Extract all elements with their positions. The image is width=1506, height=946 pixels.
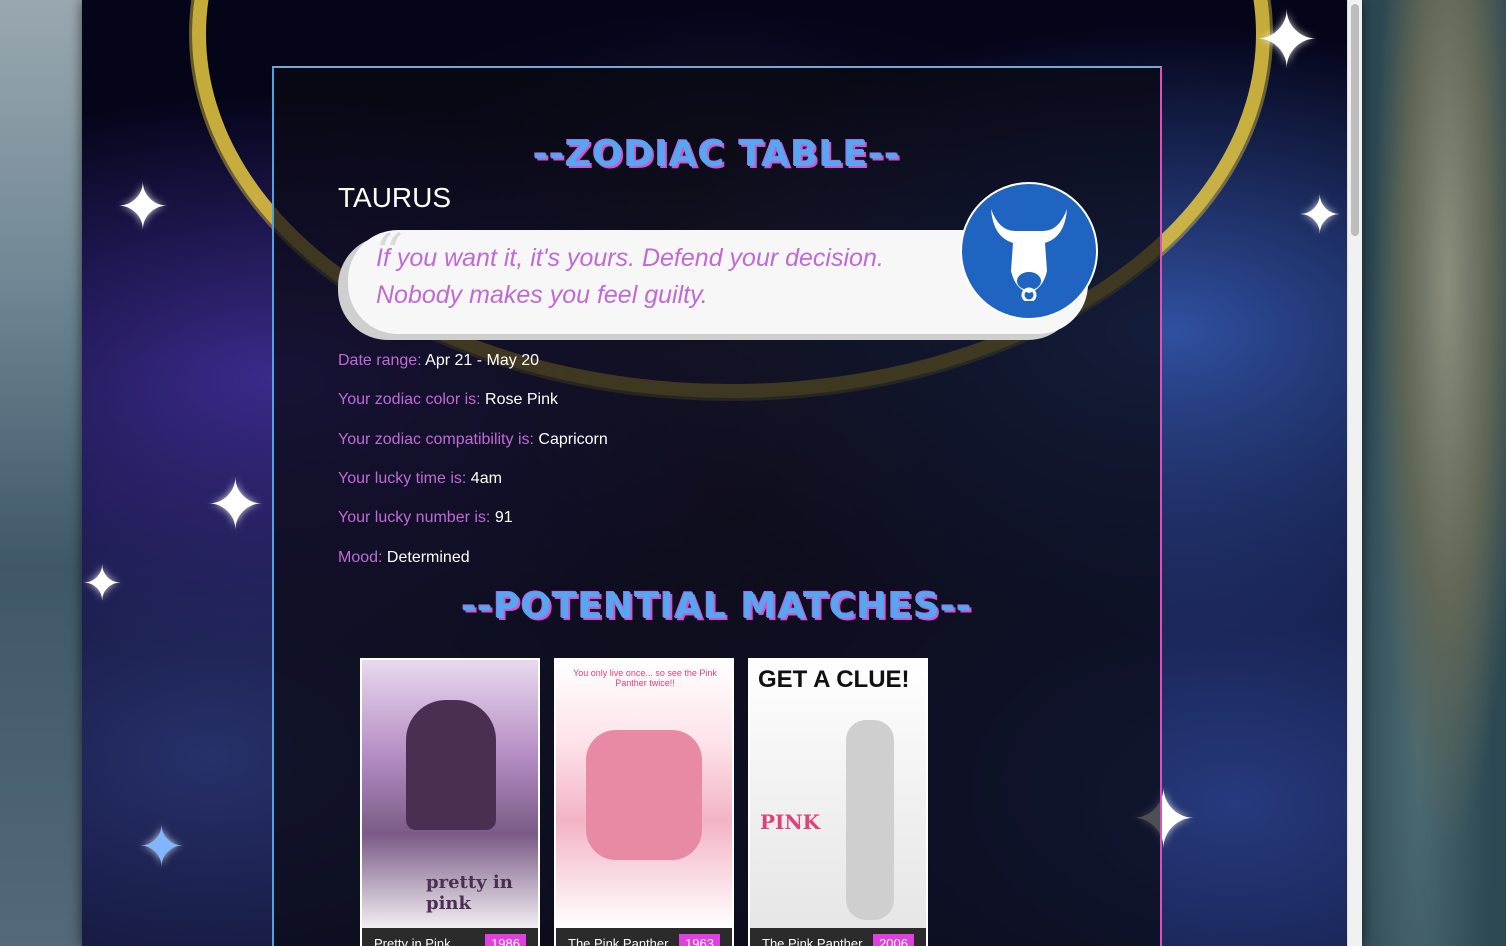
movie-poster: GET A CLUE! PINK — [750, 660, 926, 928]
sparkle-icon: ✦ — [1254, 0, 1320, 86]
poster-figures — [846, 720, 894, 920]
poster-figures — [586, 730, 702, 860]
detail-lucky-number: Your lucky number is: 91 — [338, 509, 513, 526]
poster-caption: You only live once... so see the Pink Pa… — [573, 668, 717, 688]
detail-zodiac-color: Your zodiac color is: Rose Pink — [338, 391, 558, 408]
poster-caption: pretty in pink — [426, 872, 513, 914]
movie-year-badge: 1986 — [485, 934, 526, 946]
scrollbar-thumb[interactable] — [1351, 4, 1359, 236]
detail-mood: Mood: Determined — [338, 549, 470, 566]
sparkle-icon: ✦ — [138, 815, 185, 880]
browser-window: ✦ ✦ ✦ ✦ ✦ ✦ ✦ --ZODIAC TABLE-- TAURUS “ … — [82, 0, 1362, 946]
sparkle-icon: ✦ — [1298, 186, 1342, 246]
movie-card[interactable]: pretty in pink Pretty in Pink 1986 — [360, 658, 540, 946]
detail-lucky-time: Your lucky time is: 4am — [338, 470, 502, 487]
movie-poster: You only live once... so see the Pink Pa… — [556, 660, 732, 928]
sign-name: TAURUS — [338, 182, 452, 213]
movie-card[interactable]: GET A CLUE! PINK The Pink Panther 2006 — [748, 658, 928, 946]
bull-icon — [960, 182, 1098, 320]
movie-card[interactable]: You only live once... so see the Pink Pa… — [554, 658, 734, 946]
movie-title: The Pink Panther — [568, 936, 669, 946]
movie-poster: pretty in pink — [362, 660, 538, 928]
page-title: --ZODIAC TABLE-- — [533, 134, 901, 175]
desktop-wallpaper-right — [1360, 0, 1506, 946]
sparkle-icon: ✦ — [82, 556, 123, 612]
detail-compatibility: Your zodiac compatibility is: Capricorn — [338, 431, 608, 448]
sign-quote: If you want it, it's yours. Defend your … — [376, 244, 884, 309]
sparkle-icon: ✦ — [116, 171, 170, 245]
desktop-wallpaper-left — [0, 0, 84, 946]
poster-figures — [406, 700, 496, 830]
movie-year-badge: 2006 — [873, 934, 914, 946]
matches-title: --POTENTIAL MATCHES-- — [461, 586, 973, 627]
movie-title: The Pink Panther — [762, 936, 863, 946]
movie-list: pretty in pink Pretty in Pink 1986 You o… — [360, 658, 940, 946]
sparkle-icon: ✦ — [206, 464, 265, 546]
detail-date-range: Date range: Apr 21 - May 20 — [338, 352, 539, 369]
movie-title: Pretty in Pink — [374, 936, 451, 946]
scrollbar[interactable] — [1347, 0, 1362, 946]
zodiac-panel: --ZODIAC TABLE-- TAURUS “ If you want it… — [272, 66, 1162, 946]
poster-caption: GET A CLUE! — [758, 666, 910, 693]
movie-year-badge: 1963 — [679, 934, 720, 946]
